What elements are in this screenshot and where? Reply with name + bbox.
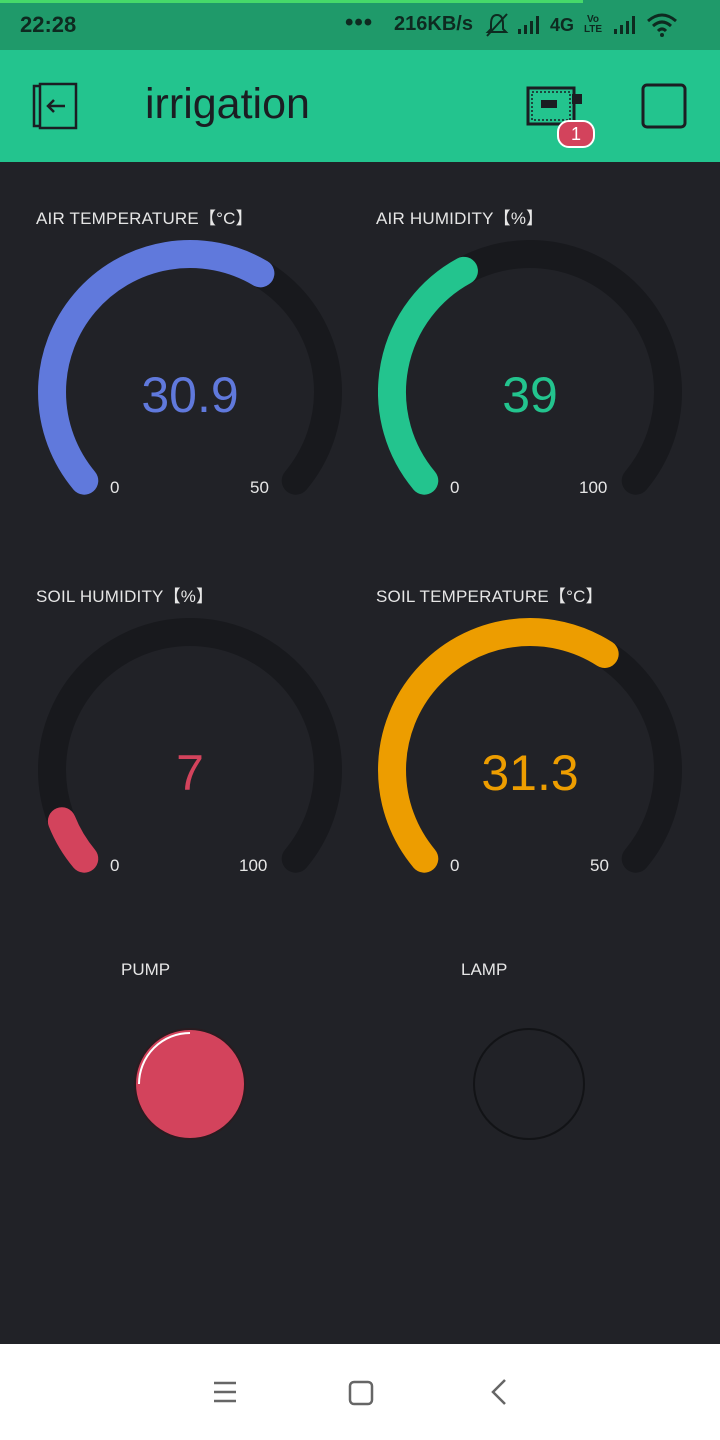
volte-indicator: Vo LTE — [583, 14, 603, 35]
signal-icon — [518, 16, 539, 34]
network-type: 4G — [550, 14, 575, 35]
status-time: 22:28 — [20, 12, 77, 37]
gauge-min: 0 — [110, 478, 120, 497]
device-count-badge: 1 — [557, 120, 595, 148]
gauge-min: 0 — [450, 478, 460, 497]
system-nav-bar — [0, 1344, 720, 1440]
lamp-button[interactable] — [473, 1028, 585, 1140]
gauge-air-temperature[interactable]: 30.9 0 50 — [38, 240, 358, 540]
gauge-value: 7 — [176, 745, 204, 801]
status-icons: 4G Vo LTE — [484, 10, 678, 40]
gauge-value: 30.9 — [141, 367, 239, 423]
gauge-max: 50 — [590, 856, 609, 875]
stop-icon[interactable] — [641, 83, 687, 129]
pump-label: PUMP — [121, 960, 171, 979]
gauge-min: 0 — [110, 856, 120, 875]
network-speed: 216KB/s — [394, 13, 473, 35]
gauge-air-humidity[interactable]: 39 0 100 — [378, 240, 698, 540]
app-header: irrigation — [0, 50, 720, 162]
gauge-label-soil-humidity: SOIL HUMIDITY【%】 — [36, 587, 214, 606]
home-icon[interactable] — [348, 1380, 374, 1406]
gauge-soil-temperature[interactable]: 31.3 0 50 — [378, 618, 698, 918]
back-icon[interactable] — [489, 1378, 509, 1406]
lamp-label: LAMP — [461, 960, 508, 979]
gauge-max: 100 — [239, 856, 268, 875]
project-title: irrigation — [145, 80, 310, 128]
more-notifications-icon: ••• — [345, 9, 374, 36]
gauge-max: 100 — [579, 478, 608, 497]
wifi-icon — [647, 13, 677, 37]
signal-icon-2 — [614, 16, 636, 34]
gauge-max: 50 — [250, 478, 269, 497]
gauge-value: 31.3 — [481, 745, 579, 801]
page-load-progress — [0, 0, 583, 3]
gauge-label-soil-temperature: SOIL TEMPERATURE【°C】 — [376, 587, 603, 606]
gauge-min: 0 — [450, 856, 460, 875]
status-bar: 22:28 ••• 216KB/s 4G Vo LTE — [0, 0, 720, 50]
silent-bell-icon — [485, 13, 509, 37]
menu-icon[interactable] — [212, 1380, 238, 1404]
gauge-soil-humidity[interactable]: 7 0 100 — [38, 618, 358, 918]
gauge-fill — [47, 807, 99, 873]
gauge-label-air-temperature: AIR TEMPERATURE【°C】 — [36, 209, 253, 228]
pump-button[interactable] — [134, 1028, 246, 1140]
gauge-value: 39 — [502, 367, 558, 423]
exit-icon[interactable] — [30, 82, 82, 130]
gauge-label-air-humidity: AIR HUMIDITY【%】 — [376, 209, 544, 228]
press-arc-icon — [138, 1032, 191, 1085]
